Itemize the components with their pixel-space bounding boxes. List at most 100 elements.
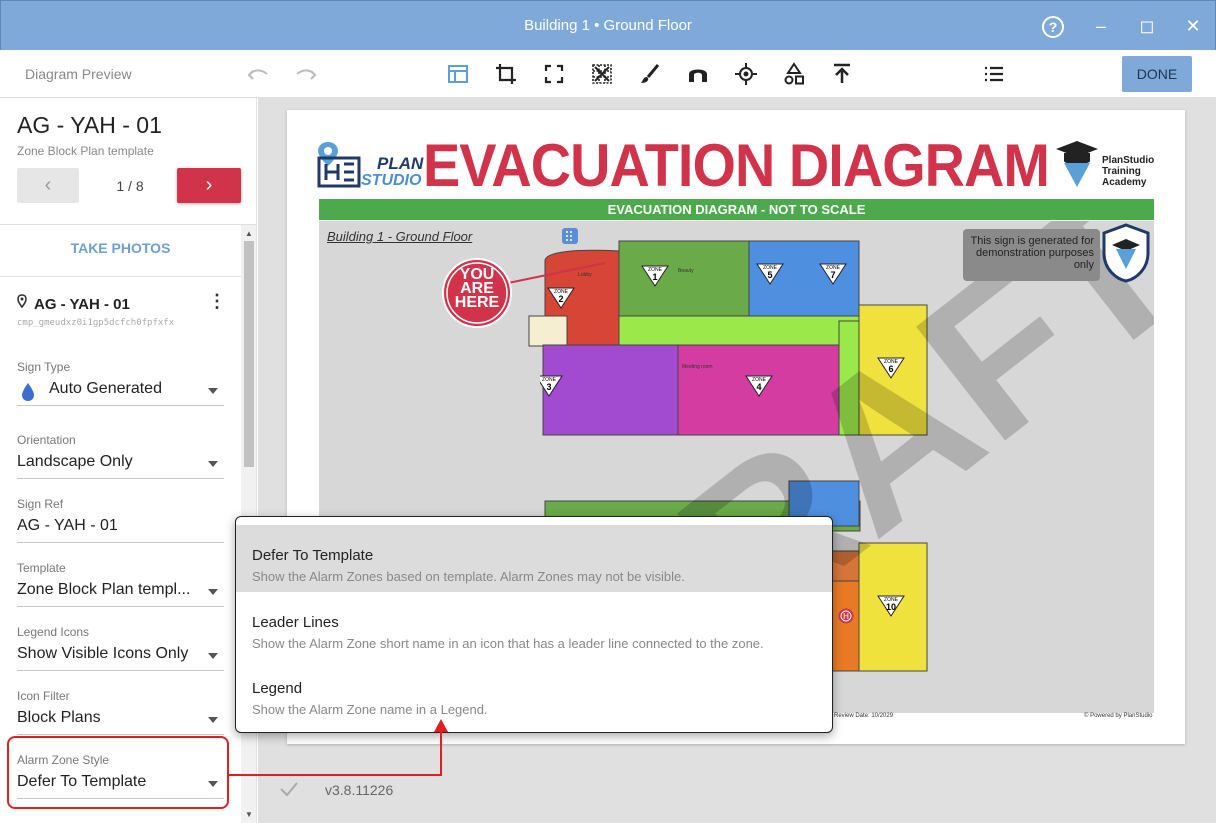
minimize-icon[interactable]: – xyxy=(1088,13,1114,39)
chevron-down-icon xyxy=(208,461,218,467)
field-value: Landscape Only xyxy=(17,453,133,470)
previous-button[interactable]: ‹ xyxy=(17,168,79,203)
menu-item-leader-lines[interactable]: Leader Lines Show the Alarm Zone short n… xyxy=(236,592,832,659)
maximize-icon[interactable]: ◻ xyxy=(1134,13,1160,39)
undo-icon[interactable] xyxy=(246,62,270,86)
chevron-down-icon xyxy=(208,717,218,723)
field-label: Legend Icons xyxy=(17,625,90,639)
shapes-icon[interactable] xyxy=(782,62,806,86)
close-icon[interactable]: ✕ xyxy=(1180,13,1206,39)
template-subtitle: Zone Block Plan template xyxy=(17,144,154,158)
svg-text:7: 7 xyxy=(830,270,835,280)
menu-item-title: Legend xyxy=(252,680,303,697)
floor-label: Building 1 - Ground Floor xyxy=(327,229,473,244)
field-value: AG - YAH - 01 xyxy=(17,517,118,534)
next-button[interactable]: › xyxy=(177,168,241,203)
svg-text:4: 4 xyxy=(756,382,761,392)
zone-marker-3: ZONE3 xyxy=(540,375,563,397)
svg-text:6: 6 xyxy=(888,364,893,374)
take-photos-button[interactable]: TAKE PHOTOS xyxy=(0,240,241,256)
item-id: cmp_gmeudxz0i1gp5dcfch0fpfxfx xyxy=(17,318,175,328)
menu-item-description: Show the Alarm Zone name in a Legend. xyxy=(252,702,488,717)
title-bar: Building 1 • Ground Floor ? – ◻ ✕ xyxy=(0,0,1216,50)
not-to-scale-banner: EVACUATION DIAGRAM - NOT TO SCALE xyxy=(319,199,1154,220)
target-icon[interactable] xyxy=(734,62,758,86)
more-options-icon[interactable]: ⋮ xyxy=(208,292,226,312)
sign-type-field[interactable]: Sign Type Auto Generated xyxy=(17,360,224,406)
review-date: Review Date: 10/2029 xyxy=(834,713,894,719)
scroll-up-icon[interactable]: ▲ xyxy=(245,229,253,238)
orientation-field[interactable]: Orientation Landscape Only xyxy=(17,433,224,479)
done-button[interactable]: DONE xyxy=(1122,56,1192,92)
powered-by: © Powered by PlanStudio xyxy=(1084,713,1153,719)
svg-text:10: 10 xyxy=(886,602,896,612)
item-name: AG - YAH - 01 xyxy=(34,296,130,313)
svg-text:3: 3 xyxy=(546,382,551,392)
evacuation-title: EVACUATION DIAGRAM xyxy=(423,132,1050,199)
location-pin-icon xyxy=(17,294,27,308)
menu-item-title: Defer To Template xyxy=(252,547,374,564)
zone-marker-7: ZONE7 xyxy=(819,263,847,285)
list-icon[interactable] xyxy=(982,62,1006,86)
menu-item-title: Leader Lines xyxy=(252,614,339,631)
menu-item-description: Show the Alarm Zones based on template. … xyxy=(252,569,685,584)
field-label: Sign Ref xyxy=(17,497,64,511)
help-icon[interactable]: ? xyxy=(1042,16,1064,38)
zone-marker-4: ZONE4 xyxy=(745,375,773,397)
fullscreen-icon[interactable] xyxy=(542,62,566,86)
field-value: Block Plans xyxy=(17,709,101,726)
zone-marker-5: ZONE5 xyxy=(756,263,784,285)
chevron-down-icon xyxy=(208,653,218,659)
field-label: Sign Type xyxy=(17,360,71,374)
grid-icon[interactable] xyxy=(590,62,614,86)
field-value: Show Visible Icons Only xyxy=(17,645,189,662)
alarm-zone-style-menu: Defer To Template Show the Alarm Zones b… xyxy=(235,516,833,733)
toolbar: Diagram Preview DONE xyxy=(0,50,1216,98)
shield-logo-icon xyxy=(1102,223,1150,283)
menu-item-defer-to-template[interactable]: Defer To Template Show the Alarm Zones b… xyxy=(236,525,832,592)
sidebar: AG - YAH - 01 Zone Block Plan template ‹… xyxy=(0,98,257,823)
room-label-meeting: Meeting room xyxy=(682,364,713,370)
zone-marker-10: ZONE10 xyxy=(877,595,905,617)
chevron-down-icon xyxy=(208,388,218,394)
redo-icon[interactable] xyxy=(294,62,318,86)
svg-text:5: 5 xyxy=(767,270,772,280)
check-icon xyxy=(280,782,298,797)
bring-to-front-icon[interactable] xyxy=(830,62,854,86)
highlight-annotation xyxy=(7,736,229,809)
brush-icon[interactable] xyxy=(638,62,662,86)
layout-icon[interactable] xyxy=(446,62,470,86)
arch-icon[interactable] xyxy=(686,62,710,86)
you-are-here-text: YOU ARE HERE xyxy=(454,266,500,311)
hydrant-icon: H xyxy=(838,608,854,624)
divider xyxy=(0,224,256,225)
window-title: Building 1 • Ground Floor xyxy=(524,17,692,34)
legend-icons-field[interactable]: Legend Icons Show Visible Icons Only xyxy=(17,625,224,671)
svg-text:H: H xyxy=(843,612,849,621)
logo-studio-text: STUDIO xyxy=(361,172,422,189)
drop-icon xyxy=(22,383,34,401)
room-label-beauty: Beauty xyxy=(678,268,694,274)
field-value: Zone Block Plan templ... xyxy=(17,581,191,598)
icon-filter-field[interactable]: Icon Filter Block Plans xyxy=(17,689,224,735)
menu-item-description: Show the Alarm Zone short name in an ico… xyxy=(252,636,764,651)
field-label: Icon Filter xyxy=(17,689,70,703)
field-label: Template xyxy=(17,561,66,575)
chevron-down-icon xyxy=(208,589,218,595)
academy-logo-text: PlanStudio Training Academy xyxy=(1102,155,1155,188)
menu-item-legend[interactable]: Legend Show the Alarm Zone name in a Leg… xyxy=(236,658,832,725)
divider xyxy=(0,276,241,277)
field-value: Auto Generated xyxy=(49,380,162,397)
pager-text: 1 / 8 xyxy=(116,178,144,194)
diagram-preview-label: Diagram Preview xyxy=(25,66,132,82)
field-label: Orientation xyxy=(17,433,76,447)
academy-logo xyxy=(1056,141,1098,187)
demo-note: This sign is generated for demonstration… xyxy=(963,229,1100,281)
scroll-down-icon[interactable]: ▼ xyxy=(245,810,253,819)
crop-icon[interactable] xyxy=(494,62,518,86)
template-field[interactable]: Template Zone Block Plan templ... xyxy=(17,561,224,607)
logo-plan-text: PLAN xyxy=(377,154,424,173)
zone-marker-6: ZONE6 xyxy=(877,357,905,379)
sign-ref-field[interactable]: Sign Ref AG - YAH - 01 xyxy=(17,497,224,543)
scrollbar-thumb[interactable] xyxy=(244,241,254,467)
